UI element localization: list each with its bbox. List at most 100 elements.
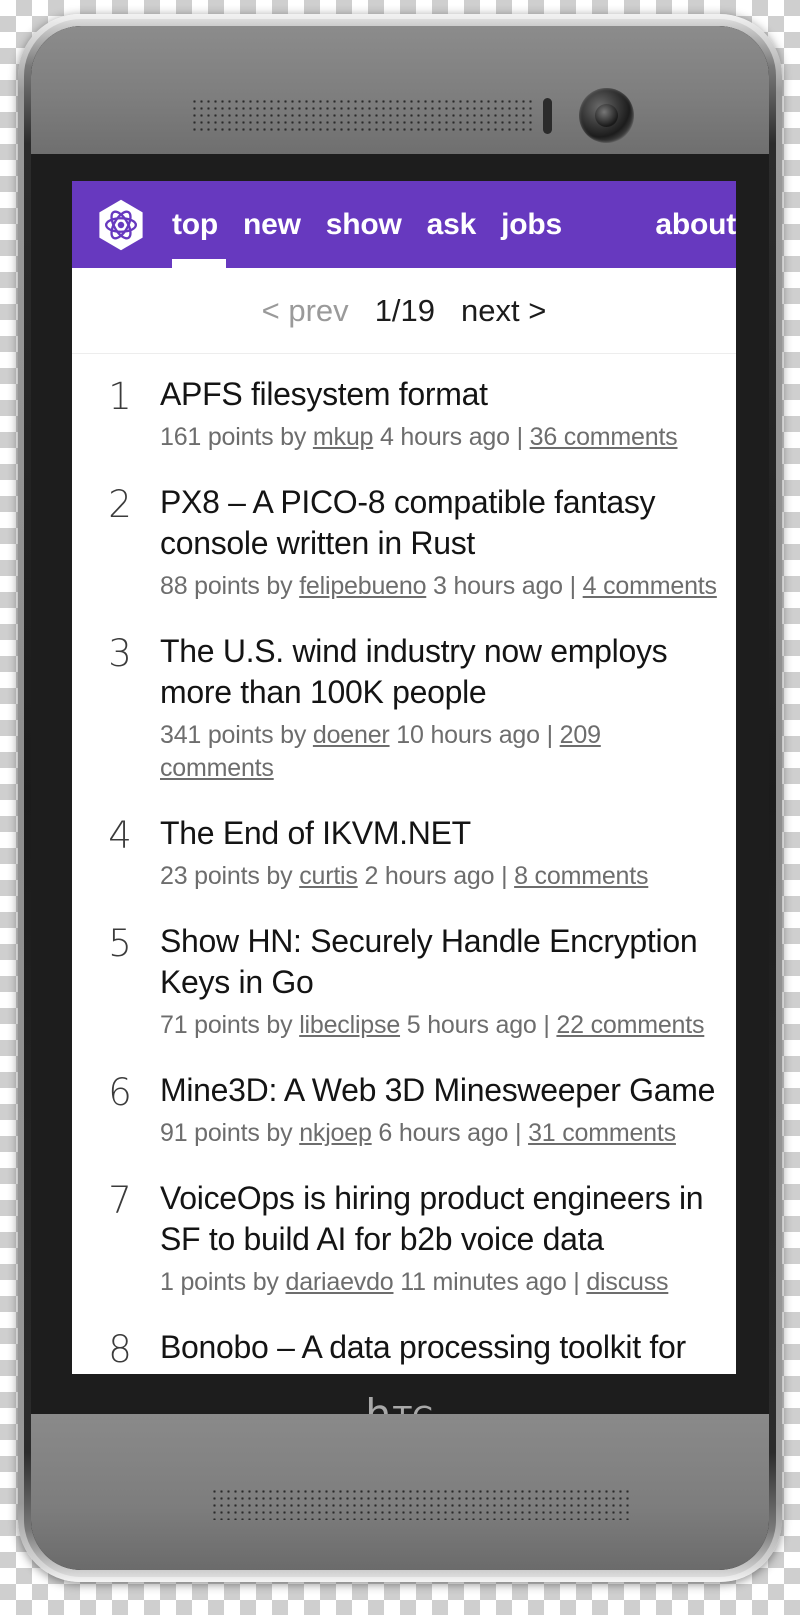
story-item: 4 The End of IKVM.NET 23 points by curtis … bbox=[72, 813, 736, 893]
bottom-speaker-plate bbox=[31, 1414, 769, 1570]
prev-page-link[interactable]: < prev bbox=[262, 295, 349, 326]
story-author-link[interactable]: nkjoep bbox=[299, 1119, 372, 1147]
bottom-speaker-grille bbox=[211, 1488, 631, 1520]
story-age: 4 hours ago bbox=[379, 423, 510, 451]
story-rank: 4 bbox=[108, 814, 132, 857]
nav-item-about[interactable]: about bbox=[655, 209, 736, 240]
story-author-link[interactable]: curtis bbox=[299, 862, 358, 890]
story-comments-link[interactable]: 31 comments bbox=[528, 1119, 676, 1147]
page-indicator: 1/19 bbox=[374, 293, 436, 328]
story-points: 341 points bbox=[160, 721, 274, 749]
nav-item-jobs[interactable]: jobs bbox=[501, 209, 562, 240]
story-item: 6 Mine3D: A Web 3D Minesweeper Game 91 poi… bbox=[72, 1070, 736, 1150]
phone-device: top new show ask jobs about < prev 1/19 … bbox=[18, 14, 782, 1582]
story-item: 3 The U.S. wind industry now employs more… bbox=[72, 631, 736, 785]
nav-item-show[interactable]: show bbox=[326, 209, 402, 240]
story-comments-link[interactable]: 8 comments bbox=[514, 862, 648, 890]
meta-separator: | bbox=[569, 572, 577, 600]
story-rank: 2 bbox=[108, 483, 132, 526]
meta-separator: | bbox=[546, 721, 554, 749]
story-comments-link[interactable]: 36 comments bbox=[530, 423, 678, 451]
story-rank: 6 bbox=[108, 1071, 132, 1114]
story-rank: 1 bbox=[108, 375, 132, 418]
story-points: 23 points bbox=[160, 862, 260, 890]
story-points: 88 points bbox=[160, 572, 260, 600]
story-rank: 8 bbox=[108, 1328, 132, 1371]
story-age: 3 hours ago bbox=[433, 572, 563, 600]
meta-separator: | bbox=[543, 1011, 550, 1039]
story-item: 7 VoiceOps is hiring product engineers in… bbox=[72, 1178, 736, 1299]
story-meta: 161 points by mkup 4 hours ago | 36 comm… bbox=[160, 421, 718, 454]
story-comments-link[interactable]: 22 comments bbox=[556, 1011, 704, 1039]
story-author-link[interactable]: mkup bbox=[313, 423, 374, 451]
story-body: APFS filesystem format 161 points by mkup… bbox=[144, 374, 718, 454]
story-comments-link[interactable]: 4 comments bbox=[583, 572, 717, 600]
story-meta: 88 points by felipebueno 3 hours ago | 4… bbox=[160, 570, 718, 603]
story-title-link[interactable]: Mine3D: A Web 3D Minesweeper Game bbox=[160, 1070, 718, 1111]
story-points: 71 points bbox=[160, 1011, 260, 1039]
meta-separator: | bbox=[515, 1119, 522, 1147]
next-page-link[interactable]: next > bbox=[461, 295, 546, 326]
story-meta: 1 points by dariaevdo 11 minutes ago | d… bbox=[160, 1266, 718, 1299]
earpiece-speaker-grille bbox=[191, 98, 536, 133]
story-rank: 7 bbox=[108, 1179, 132, 1222]
story-points: 1 points bbox=[160, 1268, 246, 1296]
meta-separator: | bbox=[516, 423, 524, 451]
story-comments-link[interactable]: discuss bbox=[586, 1268, 668, 1296]
nav-item-top[interactable]: top bbox=[172, 209, 218, 240]
story-by-label: by bbox=[266, 572, 293, 600]
story-rank: 3 bbox=[108, 632, 132, 675]
story-item: 1 APFS filesystem format 161 points by mku… bbox=[72, 374, 736, 454]
story-age: 11 minutes ago bbox=[400, 1268, 567, 1296]
story-points: 91 points bbox=[160, 1119, 260, 1147]
story-meta: 71 points by libeclipse 5 hours ago | 22… bbox=[160, 1009, 718, 1042]
story-item: 5 Show HN: Securely Handle Encryption Key… bbox=[72, 921, 736, 1042]
story-item: 2 PX8 – A PICO-8 compatible fantasy conso… bbox=[72, 482, 736, 603]
story-body: VoiceOps is hiring product engineers in … bbox=[144, 1178, 718, 1299]
story-by-label: by bbox=[266, 862, 293, 890]
story-title-link[interactable]: The U.S. wind industry now employs more … bbox=[160, 631, 718, 713]
story-by-label: by bbox=[252, 1268, 279, 1296]
nav-item-new[interactable]: new bbox=[243, 209, 301, 240]
story-author-link[interactable]: dariaevdo bbox=[285, 1268, 393, 1296]
story-by-label: by bbox=[280, 721, 307, 749]
story-author-link[interactable]: libeclipse bbox=[299, 1011, 400, 1039]
story-list: 1 APFS filesystem format 161 points by mku… bbox=[72, 354, 736, 1384]
story-title-link[interactable]: VoiceOps is hiring product engineers in … bbox=[160, 1178, 718, 1260]
pagination-bar: < prev 1/19 next > bbox=[72, 268, 736, 354]
phone-front-face: top new show ask jobs about < prev 1/19 … bbox=[31, 26, 769, 1570]
story-title-link[interactable]: The End of IKVM.NET bbox=[160, 813, 718, 854]
phone-screen: top new show ask jobs about < prev 1/19 … bbox=[72, 181, 736, 1384]
story-points: 161 points bbox=[160, 423, 274, 451]
primary-nav: top new show ask jobs about bbox=[172, 209, 736, 240]
story-by-label: by bbox=[280, 423, 307, 451]
story-meta: 23 points by curtis 2 hours ago | 8 comm… bbox=[160, 860, 718, 893]
story-title-link[interactable]: PX8 – A PICO-8 compatible fantasy consol… bbox=[160, 482, 718, 564]
top-speaker-plate bbox=[31, 26, 769, 154]
story-body: The End of IKVM.NET 23 points by curtis 2… bbox=[144, 813, 718, 893]
story-author-link[interactable]: felipebueno bbox=[299, 572, 426, 600]
story-by-label: by bbox=[266, 1119, 293, 1147]
story-body: Mine3D: A Web 3D Minesweeper Game 91 poin… bbox=[144, 1070, 718, 1150]
meta-separator: | bbox=[573, 1268, 580, 1296]
proximity-sensor-icon bbox=[543, 98, 552, 134]
story-meta: 91 points by nkjoep 6 hours ago | 31 com… bbox=[160, 1117, 718, 1150]
app-header: top new show ask jobs about bbox=[72, 181, 736, 268]
story-age: 6 hours ago bbox=[378, 1119, 509, 1147]
story-body: The U.S. wind industry now employs more … bbox=[144, 631, 718, 785]
story-body: Show HN: Securely Handle Encryption Keys… bbox=[144, 921, 718, 1042]
nav-item-ask[interactable]: ask bbox=[427, 209, 477, 240]
front-camera-icon bbox=[579, 88, 634, 143]
story-body: PX8 – A PICO-8 compatible fantasy consol… bbox=[144, 482, 718, 603]
story-meta: 341 points by doener 10 hours ago | 209 … bbox=[160, 719, 718, 785]
story-by-label: by bbox=[266, 1011, 293, 1039]
story-author-link[interactable]: doener bbox=[313, 721, 390, 749]
atom-hexagon-icon[interactable] bbox=[94, 198, 148, 252]
active-tab-indicator bbox=[172, 259, 226, 268]
story-title-link[interactable]: APFS filesystem format bbox=[160, 374, 718, 415]
meta-separator: | bbox=[501, 862, 508, 890]
story-rank: 5 bbox=[108, 922, 132, 965]
story-age: 2 hours ago bbox=[364, 862, 495, 890]
story-age: 10 hours ago bbox=[396, 721, 540, 749]
story-title-link[interactable]: Show HN: Securely Handle Encryption Keys… bbox=[160, 921, 718, 1003]
